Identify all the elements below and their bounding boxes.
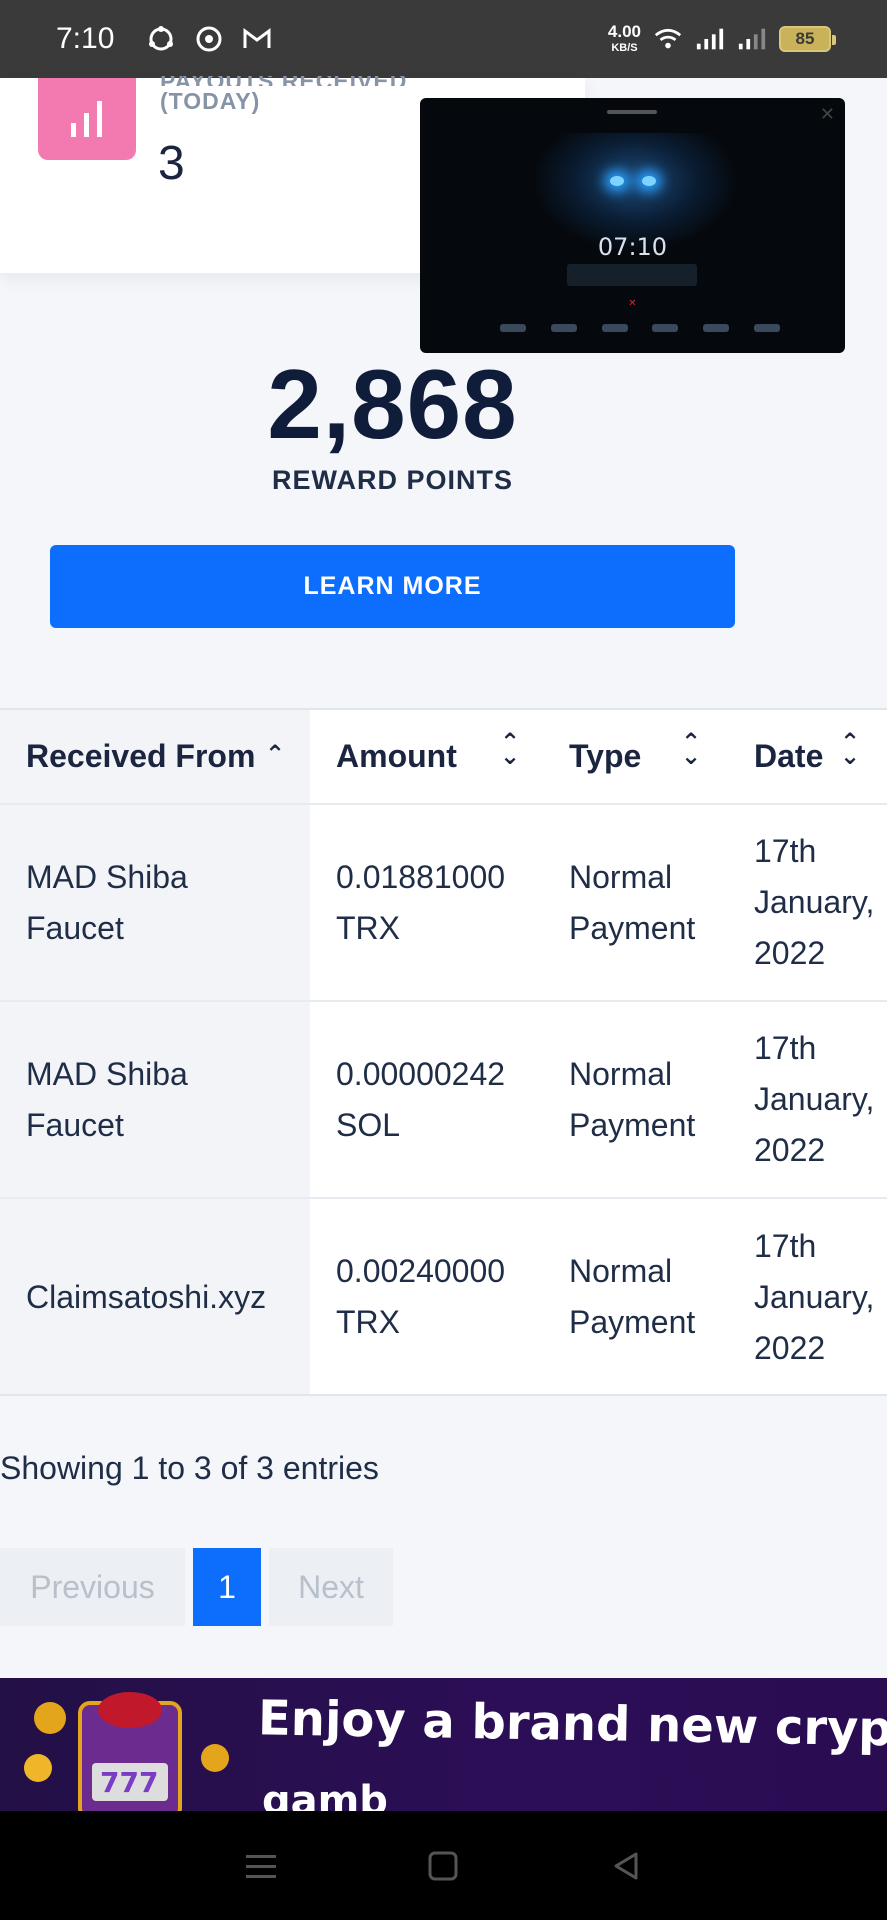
- cell-type: Normal Payment: [543, 1001, 728, 1199]
- column-header-amount[interactable]: Amount ⌃ ⌄: [310, 710, 543, 805]
- pip-drag-handle[interactable]: [607, 110, 657, 114]
- cell-text: MAD Shiba: [26, 1055, 188, 1092]
- bar-chart-icon: [38, 78, 136, 160]
- reward-points-label: REWARD POINTS: [271, 465, 513, 495]
- cell-text: Normal: [569, 1055, 673, 1092]
- pip-icon-row: [500, 324, 780, 332]
- stat-label-line1: PAYOUTS RECEIVED: [160, 76, 407, 86]
- cell-text: Faucet: [26, 909, 124, 946]
- cell-amount: 0.00240000 TRX: [310, 1198, 543, 1394]
- back-icon[interactable]: [606, 1846, 646, 1886]
- svg-text:777: 777: [100, 1766, 158, 1799]
- ad-banner[interactable]: 777 Enjoy a brand new crypt gamb: [0, 1678, 887, 1811]
- cell-text: TRX: [336, 909, 400, 946]
- table-row: MAD Shiba Faucet 0.01881000 TRX Normal Paym…: [0, 804, 887, 1002]
- signal-icon-2: [737, 24, 767, 54]
- sort-icon: ⌃ ⌄: [500, 729, 521, 770]
- column-header-label: Date: [754, 738, 824, 774]
- pip-glowing-eyes: [610, 176, 656, 190]
- cell-date: 17th January, 2022: [728, 804, 887, 1002]
- column-header-label: Type: [569, 738, 642, 774]
- cell-text: Payment: [569, 1106, 696, 1143]
- cell-received-from: MAD Shiba Faucet: [0, 804, 310, 1002]
- slot-machine-icon: 777: [24, 1692, 229, 1811]
- cell-text: 0.01881000: [336, 858, 506, 895]
- sort-icon: ⌃ ⌄: [681, 729, 702, 770]
- cell-text: Normal: [569, 858, 673, 895]
- cell-text: January,: [754, 1278, 875, 1315]
- pip-red-marker: ✕: [628, 298, 637, 309]
- cell-text: 2022: [754, 935, 826, 971]
- sort-ascending-icon: ⌃: [265, 741, 286, 768]
- payouts-table: Received From ⌃ Amount ⌃ ⌄ Type ⌃ ⌄ Date ⌃…: [0, 708, 887, 1396]
- cell-text: TRX: [336, 1304, 400, 1340]
- cell-text: 17th: [754, 1227, 817, 1264]
- table-row: Claimsatoshi.xyz 0.00240000 TRX Normal Pay…: [0, 1198, 887, 1394]
- column-header-received-from[interactable]: Received From ⌃: [0, 710, 310, 805]
- cell-type: Normal Payment: [543, 804, 728, 1002]
- cell-text: 17th: [754, 1030, 817, 1066]
- cell-text: 0.00240000: [336, 1253, 506, 1289]
- cell-text: January,: [754, 1081, 875, 1117]
- cell-text: 2022: [754, 1329, 826, 1366]
- cell-text: 0.00000242: [336, 1055, 506, 1092]
- status-time: 7:10: [56, 22, 115, 55]
- status-bar: 7:10 4.00 KB/S 85: [0, 0, 887, 78]
- network-speed: 4.00 KB/S: [608, 23, 641, 55]
- signal-icon: [695, 24, 725, 54]
- cell-text: 2022: [754, 1132, 826, 1168]
- column-header-date[interactable]: Date ⌃ ⌄: [728, 710, 887, 805]
- reward-points-value: 2,868: [267, 349, 518, 459]
- wifi-icon: [653, 24, 683, 54]
- gmail-icon: [242, 24, 272, 54]
- table-row: MAD Shiba Faucet 0.00000242 SOL Normal Paym…: [0, 1001, 887, 1199]
- cell-amount: 0.01881000 TRX: [310, 804, 543, 1002]
- home-icon[interactable]: [423, 1846, 463, 1886]
- chrome-icon: [194, 24, 224, 54]
- cell-amount: 0.00000242 SOL: [310, 1001, 543, 1199]
- column-header-type[interactable]: Type ⌃ ⌄: [543, 710, 728, 805]
- cell-text: 17th: [754, 833, 817, 869]
- column-header-label: Received From: [26, 738, 256, 774]
- picture-in-picture-window[interactable]: ✕ 07:10 ✕: [420, 98, 845, 353]
- pagination: Previous 1 Next: [0, 1548, 393, 1626]
- cell-text: MAD Shiba: [26, 858, 188, 895]
- cell-text: Normal: [569, 1253, 673, 1289]
- close-icon[interactable]: ✕: [820, 104, 835, 125]
- entries-info: Showing 1 to 3 of 3 entries: [0, 1450, 379, 1486]
- cell-text: Payment: [569, 909, 696, 946]
- cell-text: Claimsatoshi.xyz: [26, 1278, 267, 1315]
- stat-label-line2: (TODAY): [160, 88, 261, 114]
- cell-date: 17th January, 2022: [728, 1198, 887, 1394]
- column-header-label: Amount: [336, 738, 457, 774]
- pip-input-bar: [567, 264, 697, 286]
- cell-received-from: MAD Shiba Faucet: [0, 1001, 310, 1199]
- stat-label: PAYOUTS RECEIVED (TODAY): [160, 76, 407, 116]
- cell-received-from: Claimsatoshi.xyz: [0, 1198, 310, 1394]
- learn-more-button[interactable]: LEARN MORE: [50, 545, 735, 628]
- sync-icon: [146, 24, 176, 54]
- next-page-button[interactable]: Next: [269, 1548, 393, 1626]
- ad-banner-headline: Enjoy a brand new crypt: [257, 1690, 887, 1758]
- previous-page-button[interactable]: Previous: [0, 1548, 185, 1626]
- cell-type: Normal Payment: [543, 1198, 728, 1394]
- cell-text: Faucet: [26, 1106, 124, 1143]
- ad-banner-subline: gamb: [262, 1778, 388, 1811]
- battery-icon: 85: [779, 26, 836, 52]
- menu-icon[interactable]: [241, 1846, 281, 1886]
- cell-date: 17th January, 2022: [728, 1001, 887, 1199]
- network-speed-unit: KB/S: [611, 42, 638, 54]
- pip-clock: 07:10: [597, 233, 668, 261]
- system-nav-bar: [0, 1811, 887, 1920]
- cell-text: January,: [754, 884, 875, 920]
- table-header-row: Received From ⌃ Amount ⌃ ⌄ Type ⌃ ⌄ Date ⌃…: [0, 710, 887, 805]
- sort-icon: ⌃ ⌄: [840, 729, 861, 770]
- cell-text: SOL: [336, 1106, 401, 1143]
- page-1-button[interactable]: 1: [193, 1548, 261, 1626]
- network-speed-value: 4.00: [607, 22, 641, 41]
- cell-text: Payment: [569, 1304, 696, 1340]
- stat-value: 3: [158, 137, 185, 190]
